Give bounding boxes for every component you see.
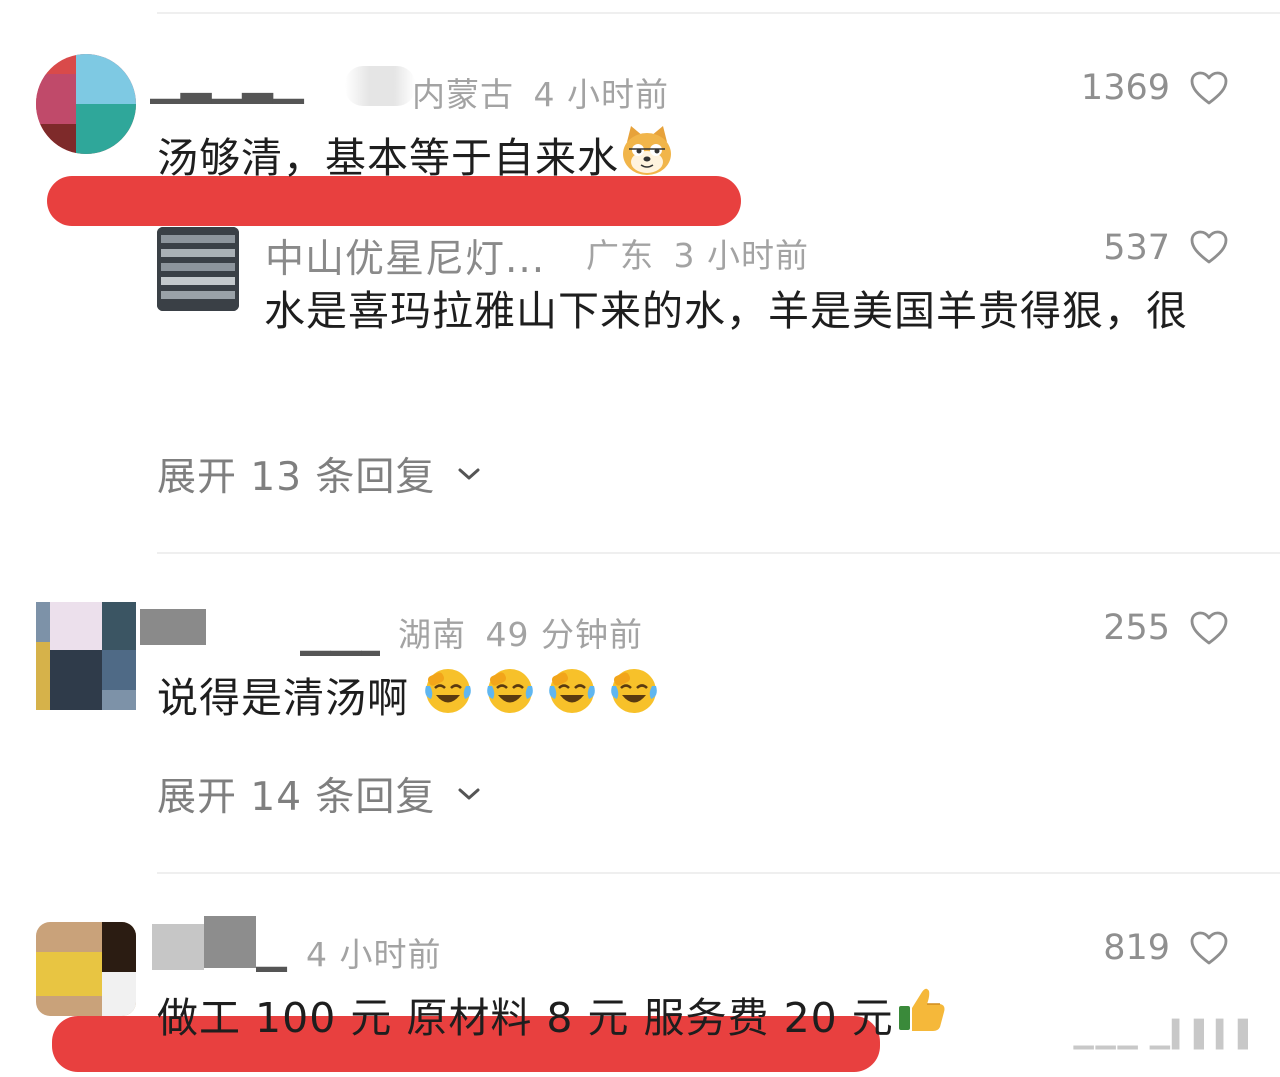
username-blur bbox=[204, 916, 256, 968]
username-blur bbox=[152, 924, 204, 970]
crying-laughing-face-icon bbox=[423, 669, 471, 718]
like-count: 1369 bbox=[1080, 68, 1170, 108]
username-redacted[interactable]: ▁▂▁▂▁ bbox=[150, 82, 350, 104]
like-count: 255 bbox=[1103, 608, 1170, 648]
comment-text[interactable]: 做工 100 元 原材料 8 元 服务费 20 元 bbox=[157, 984, 945, 1044]
comment-text[interactable]: 说得是清汤啊 bbox=[157, 664, 658, 724]
time-label: 4 小时前 bbox=[533, 75, 669, 114]
reply-meta: 广东 3 小时前 bbox=[586, 229, 809, 277]
heart-outline-icon[interactable] bbox=[1189, 70, 1229, 106]
time-label: 3 小时前 bbox=[673, 236, 809, 275]
comment-meta: 4 小时前 bbox=[306, 928, 442, 976]
crying-laughing-face-icon bbox=[485, 669, 533, 718]
watermark: ▁▁▁ ▁▍▌▍▌ bbox=[1073, 1020, 1260, 1050]
username-blur bbox=[345, 66, 415, 106]
thumbs-up-icon bbox=[894, 988, 945, 1038]
comment-section: ▁▂▁▂▁ 内蒙古 4 小时前 1369 汤够清，基本等于自来水 bbox=[0, 0, 1280, 1077]
username-blur bbox=[140, 609, 206, 645]
comment-meta: 湖南 49 分钟前 bbox=[398, 608, 643, 656]
chevron-down-icon bbox=[458, 788, 480, 800]
reply-avatar[interactable] bbox=[157, 227, 239, 311]
comment-meta: 内蒙古 4 小时前 bbox=[412, 68, 669, 116]
location-label: 广东 bbox=[586, 236, 654, 275]
time-label: 49 分钟前 bbox=[485, 615, 643, 654]
expand-replies-label: 展开 14 条回复 bbox=[157, 775, 436, 820]
location-label: 内蒙古 bbox=[412, 75, 514, 114]
reply-text[interactable]: 水是喜玛拉雅山下来的水，羊是美国羊贵得狠，很 bbox=[264, 280, 1224, 342]
username-redacted[interactable]: ▁▁▁ bbox=[300, 634, 380, 656]
avatar[interactable] bbox=[36, 54, 136, 154]
divider bbox=[157, 872, 1280, 874]
crying-laughing-face-icon bbox=[547, 669, 595, 718]
crying-laughing-face-icon bbox=[609, 669, 658, 718]
location-label: 湖南 bbox=[398, 615, 466, 654]
heart-outline-icon[interactable] bbox=[1189, 610, 1229, 646]
avatar[interactable] bbox=[36, 922, 136, 1016]
expand-replies-button[interactable]: 展开 13 条回复 bbox=[157, 446, 481, 502]
expand-replies-button[interactable]: 展开 14 条回复 bbox=[157, 766, 481, 822]
username-redacted[interactable]: ▁ bbox=[256, 950, 296, 972]
divider bbox=[157, 12, 1280, 14]
like-count: 537 bbox=[1103, 228, 1170, 268]
heart-outline-icon[interactable] bbox=[1189, 930, 1229, 966]
avatar[interactable] bbox=[36, 602, 136, 710]
like-count: 819 bbox=[1103, 928, 1170, 968]
divider bbox=[157, 552, 1280, 554]
expand-replies-label: 展开 13 条回复 bbox=[157, 455, 436, 500]
heart-outline-icon[interactable] bbox=[1189, 229, 1229, 265]
doge-face-icon bbox=[619, 126, 671, 178]
chevron-down-icon bbox=[458, 468, 480, 480]
reply-username[interactable]: 中山优星尼灯... bbox=[265, 228, 545, 284]
time-label: 4 小时前 bbox=[306, 935, 442, 974]
comment-text[interactable]: 汤够清，基本等于自来水 bbox=[157, 124, 671, 184]
